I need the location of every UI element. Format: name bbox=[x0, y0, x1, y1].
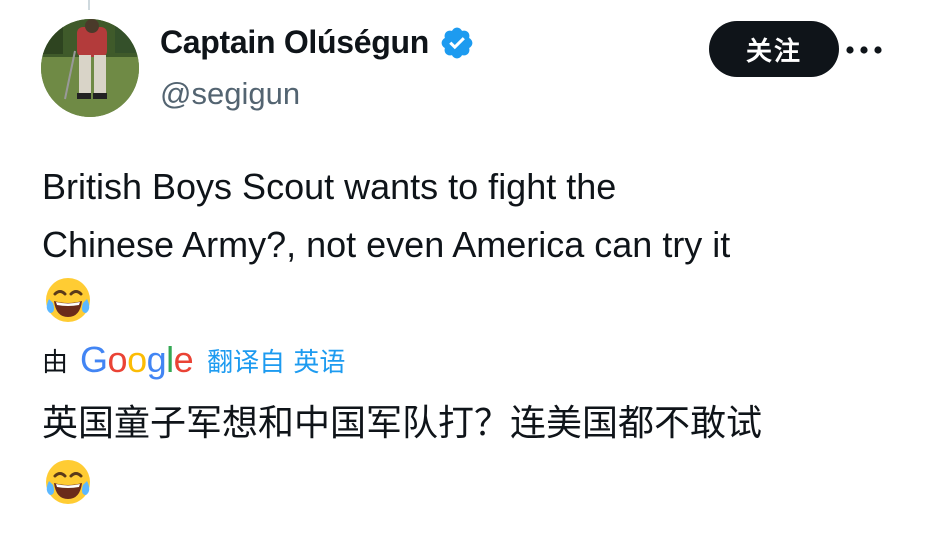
translation-source-link[interactable]: 翻译自 英语 bbox=[207, 342, 345, 379]
translated-emoji bbox=[43, 457, 93, 507]
tweet-text-line: British Boys Scout wants to fight the bbox=[42, 166, 617, 207]
translated-text: 英国童子军想和中国军队打？连美国都不敢试 bbox=[42, 403, 763, 444]
tweet-emoji bbox=[43, 275, 93, 325]
follow-button[interactable]: 关注 bbox=[709, 21, 839, 77]
avatar-photo bbox=[41, 19, 139, 117]
tweet-text-line: Chinese Army?, not even America can try … bbox=[42, 224, 731, 265]
author-name-text: Captain Olúségun bbox=[160, 24, 429, 60]
google-logo: Google bbox=[80, 339, 194, 380]
more-options-icon[interactable] bbox=[844, 40, 884, 60]
tears-of-joy-emoji bbox=[46, 278, 90, 322]
tweet-text: British Boys Scout wants to fight the Ch… bbox=[42, 158, 902, 274]
translation-prefix: 由 bbox=[42, 347, 69, 378]
translation-bar: 由 Google 翻译自 英语 bbox=[42, 338, 345, 382]
author-name[interactable]: Captain Olúségun bbox=[160, 24, 475, 61]
avatar[interactable] bbox=[41, 19, 139, 117]
tears-of-joy-emoji bbox=[46, 460, 90, 504]
verified-badge-icon bbox=[441, 27, 473, 58]
author-handle[interactable]: @segigun bbox=[160, 76, 300, 112]
thread-line bbox=[88, 0, 90, 10]
